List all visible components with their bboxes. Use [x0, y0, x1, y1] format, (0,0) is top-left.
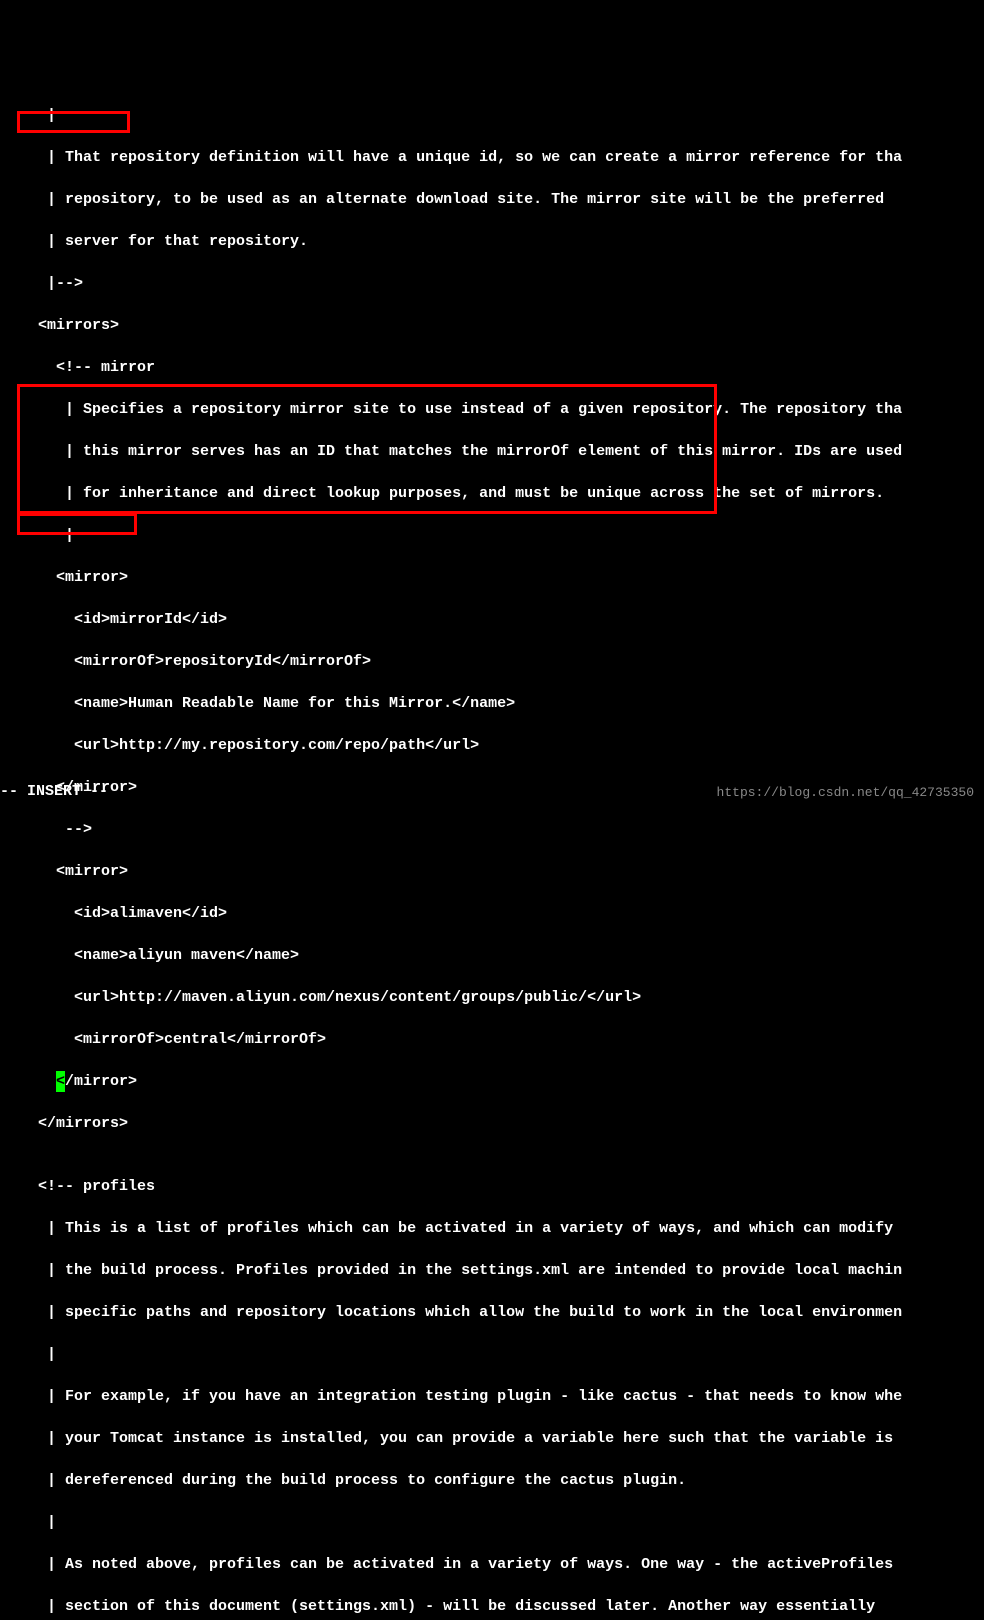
code-text	[20, 1073, 56, 1090]
code-line: | server for that repository.	[0, 231, 984, 252]
code-text: /mirror>	[65, 1073, 137, 1090]
code-line: | dereferenced during the build process …	[0, 1470, 984, 1491]
code-line-cursor: </mirror>	[0, 1071, 984, 1092]
code-line: | this mirror serves has an ID that matc…	[0, 441, 984, 462]
code-line: <mirrorOf>repositoryId</mirrorOf>	[0, 651, 984, 672]
code-line: | For example, if you have an integratio…	[0, 1386, 984, 1407]
code-line: |	[0, 1512, 984, 1533]
code-line: | Specifies a repository mirror site to …	[0, 399, 984, 420]
code-line: <!-- mirror	[0, 357, 984, 378]
cursor-icon: <	[56, 1071, 65, 1092]
code-line: </mirrors>	[0, 1113, 984, 1134]
watermark-text: https://blog.csdn.net/qq_42735350	[717, 784, 974, 802]
code-line: <mirrors>	[0, 315, 984, 336]
code-line: | repository, to be used as an alternate…	[0, 189, 984, 210]
terminal-editor[interactable]: | | That repository definition will have…	[0, 84, 984, 1620]
code-line: <!-- profiles	[0, 1176, 984, 1197]
code-line: <id>alimaven</id>	[0, 903, 984, 924]
vim-status-bar: -- INSERT --	[0, 781, 108, 802]
code-line: | section of this document (settings.xml…	[0, 1596, 984, 1617]
code-line: <name>aliyun maven</name>	[0, 945, 984, 966]
code-line: <mirror>	[0, 567, 984, 588]
code-line: |	[0, 1344, 984, 1365]
code-line: |	[0, 525, 984, 546]
code-line: |	[0, 105, 984, 126]
code-line: <id>mirrorId</id>	[0, 609, 984, 630]
code-line: |-->	[0, 273, 984, 294]
code-line: <url>http://maven.aliyun.com/nexus/conte…	[0, 987, 984, 1008]
code-line: | for inheritance and direct lookup purp…	[0, 483, 984, 504]
code-line: <mirrorOf>central</mirrorOf>	[0, 1029, 984, 1050]
code-line: | your Tomcat instance is installed, you…	[0, 1428, 984, 1449]
code-line: <name>Human Readable Name for this Mirro…	[0, 693, 984, 714]
code-line: | the build process. Profiles provided i…	[0, 1260, 984, 1281]
code-line: -->	[0, 819, 984, 840]
code-line: <url>http://my.repository.com/repo/path<…	[0, 735, 984, 756]
code-line: | As noted above, profiles can be activa…	[0, 1554, 984, 1575]
code-line: | specific paths and repository location…	[0, 1302, 984, 1323]
code-line: | That repository definition will have a…	[0, 147, 984, 168]
code-line: | This is a list of profiles which can b…	[0, 1218, 984, 1239]
code-line: <mirror>	[0, 861, 984, 882]
